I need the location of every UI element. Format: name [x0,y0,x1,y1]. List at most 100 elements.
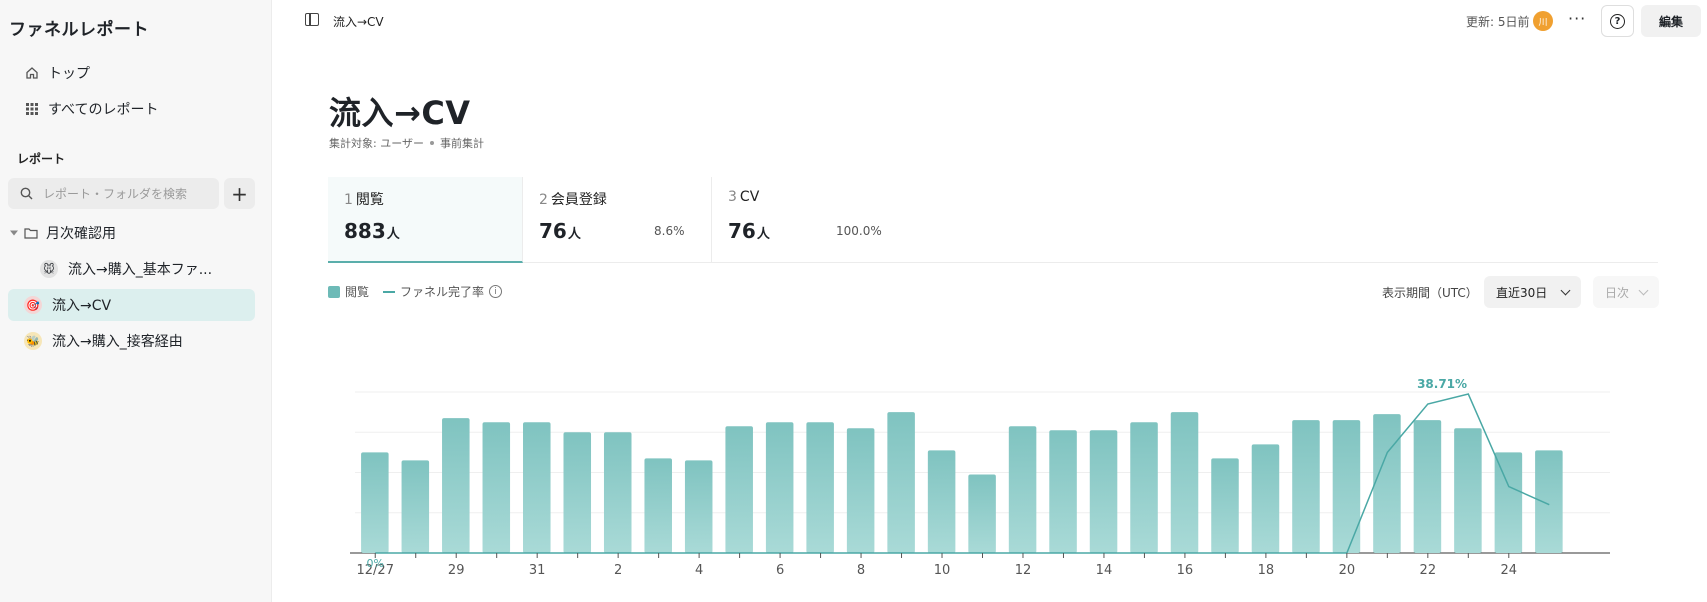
page-title: 流入→CV [329,94,471,132]
report-item-basic-funnel[interactable]: 🐭 流入→購入_基本ファ... [8,253,255,285]
step-value: 76 [539,219,567,243]
bar [563,432,592,553]
separator-dot [429,141,434,145]
legend-line-swatch [383,290,396,293]
step-number: 3 [728,189,737,205]
bar [442,418,470,553]
help-icon: ? [1610,13,1625,29]
bar [1211,458,1239,553]
bar [968,474,996,553]
funnel-steps: 1 閲覧 883人 2 会員登録 76人 8.6% 3 CV 76人 100.0% [328,177,1658,263]
step-unit: 人 [567,227,581,242]
bar [1535,450,1563,553]
x-tick-label: 24 [1501,563,1518,578]
x-tick-label: 14 [1096,563,1113,578]
help-button[interactable]: ? [1601,5,1634,37]
granularity-value: 日次 [1605,285,1630,300]
step-cv[interactable]: 3 CV 76人 100.0% [712,177,892,263]
peak-rate-label: 38.71% [1417,377,1467,391]
x-tick-label: 29 [448,563,465,578]
nav-label: すべてのレポート [48,102,159,118]
step-conversion-rate: 8.6% [654,224,685,238]
x-tick-label: 2 [614,563,622,578]
edit-button[interactable]: 編集 [1641,5,1701,37]
bar [401,460,430,553]
x-tick-label: 16 [1177,563,1194,578]
funnel-chart: 12/27293124681012141618202224 020406080 … [350,377,1610,578]
x-tick-label: 10 [934,563,951,578]
bar [1251,444,1280,553]
add-report-button[interactable]: + [224,178,255,209]
folder-icon [24,227,38,239]
reports-section-label: レポート [17,152,66,166]
folder-label: 月次確認用 [46,226,116,242]
period-select[interactable]: 直近30日 [1484,276,1581,308]
info-icon[interactable]: i [489,285,503,298]
bar [927,450,956,553]
search-icon [20,187,33,200]
x-tick-label: 6 [776,563,784,578]
bar [684,460,713,553]
report-search[interactable] [8,178,219,209]
step-signup[interactable]: 2 会員登録 76人 8.6% [523,177,712,263]
report-item-inflow-cv[interactable]: 🎯 流入→CV [8,289,255,321]
folder-item[interactable]: 月次確認用 [8,217,255,249]
search-input[interactable] [43,186,213,201]
step-unit: 人 [756,227,770,242]
bar [846,428,875,553]
nav-item-top[interactable]: トップ [8,57,255,89]
period-label: 表示期間（UTC） [1382,286,1478,300]
home-icon [24,65,40,81]
app-title: ファネルレポート [9,20,149,40]
sidebar-toggle-icon[interactable] [305,13,319,26]
bar [765,422,794,553]
step-value: 76 [728,219,756,243]
x-tick-label: 31 [529,563,546,578]
aggregation-target: 集計対象: ユーザー [329,137,424,150]
bee-emoji-icon: 🐝 [24,332,42,350]
step-number: 1 [344,192,353,208]
step-conversion-rate: 100.0% [836,224,882,238]
x-tick-label: 12 [1015,563,1032,578]
chart-legend: 閲覧 ファネル完了率 i [328,283,503,300]
bar [887,412,915,553]
step-view[interactable]: 1 閲覧 883人 [328,177,523,263]
page-subtitle: 集計対象: ユーザー 事前集計 [329,135,484,151]
step-unit: 人 [386,227,400,242]
report-label: 流入→購入_接客経由 [52,334,183,350]
x-tick-label: 18 [1258,563,1275,578]
legend-bar-label[interactable]: 閲覧 [345,283,369,300]
legend-line-label[interactable]: ファネル完了率 [400,283,484,300]
bar [361,452,389,553]
x-tick-label: 8 [857,563,865,578]
more-menu-icon[interactable]: ··· [1568,9,1586,28]
caret-down-icon[interactable] [10,229,18,237]
granularity-select[interactable]: 日次 [1593,276,1659,308]
bar [1292,420,1320,553]
bar [1049,430,1077,553]
bar [806,422,834,553]
start-rate-label: 0% [367,557,384,570]
period-value: 直近30日 [1496,285,1548,300]
report-label: 流入→CV [52,298,112,314]
bar [725,426,753,553]
x-tick-label: 20 [1339,563,1356,578]
bar [1454,428,1482,553]
x-tick-label: 22 [1420,563,1437,578]
updated-time: 更新: 5日前 [1466,15,1530,29]
x-tick-label: 4 [695,563,703,578]
bar [1170,412,1199,553]
grid-icon [24,101,40,117]
sidebar: ファネルレポート トップ すべてのレポート レポート + [0,0,272,602]
bar [603,432,632,553]
mouse-emoji-icon: 🐭 [40,260,58,278]
legend-bar-swatch [328,285,340,298]
nav-item-all-reports[interactable]: すべてのレポート [8,93,255,125]
report-label: 流入→購入_基本ファ... [68,262,213,278]
bar [1130,422,1158,553]
bar [482,422,511,553]
aggregation-mode: 事前集計 [439,137,484,150]
avatar[interactable]: 川 [1533,11,1553,31]
report-item-via-chat[interactable]: 🐝 流入→購入_接客経由 [8,325,255,357]
nav-label: トップ [48,66,90,82]
